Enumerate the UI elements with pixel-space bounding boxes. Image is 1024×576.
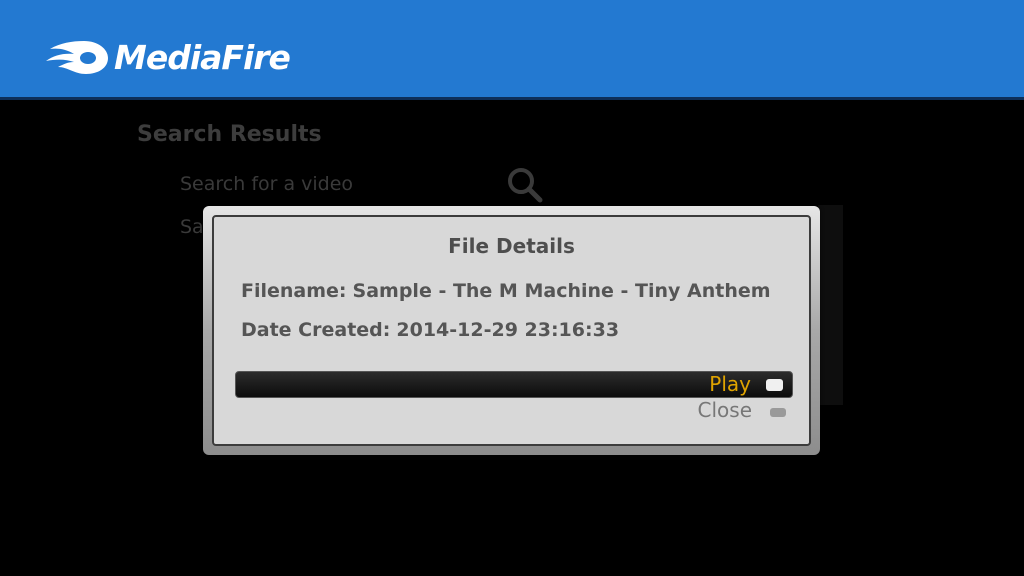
close-button[interactable]: Close — [235, 398, 793, 425]
dialog-body: File Details Filename: Sample - The M Mac… — [212, 215, 811, 446]
dialog-title: File Details — [448, 234, 575, 258]
search-icon[interactable] — [506, 166, 544, 204]
close-label: Close — [697, 398, 752, 422]
search-results-title: Search Results — [137, 122, 322, 147]
filename-row: Filename: Sample - The M Machine - Tiny A… — [241, 280, 771, 302]
date-created-label: Date Created: — [241, 319, 391, 341]
close-indicator-icon — [770, 408, 786, 417]
filename-label: Filename: — [241, 280, 347, 302]
play-button[interactable]: Play — [235, 371, 793, 398]
mediafire-logo: MediaFire — [44, 34, 291, 80]
file-details-dialog: File Details Filename: Sample - The M Mac… — [203, 206, 820, 455]
date-created-value: 2014-12-29 23:16:33 — [396, 319, 620, 341]
mediafire-flame-icon — [46, 41, 108, 74]
app-header: MediaFire — [0, 0, 1024, 100]
list-item[interactable]: Sa — [180, 216, 204, 238]
play-label: Play — [709, 372, 751, 396]
search-input[interactable]: Search for a video — [180, 173, 353, 195]
background-panel — [818, 205, 843, 405]
filename-value: Sample - The M Machine - Tiny Anthem — [352, 280, 771, 302]
play-indicator-icon — [766, 379, 783, 391]
date-created-row: Date Created: 2014-12-29 23:16:33 — [241, 319, 619, 341]
brand-name: MediaFire — [114, 37, 291, 77]
